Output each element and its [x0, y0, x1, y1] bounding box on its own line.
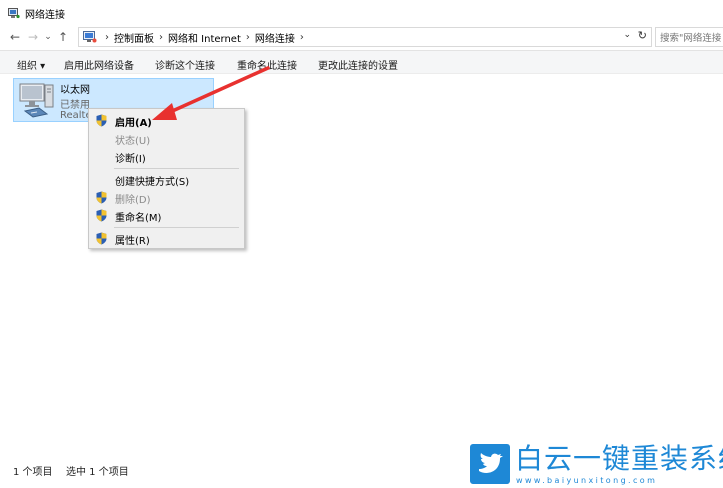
breadcrumb-separator: ›	[299, 31, 304, 43]
change-settings-button[interactable]: 更改此连接的设置	[318, 57, 398, 72]
breadcrumb-control-panel[interactable]: 控制面板	[114, 30, 154, 45]
up-button[interactable]: ↑	[54, 27, 72, 47]
back-button[interactable]: ←	[6, 27, 24, 47]
uac-shield-icon	[96, 209, 107, 222]
selected-count: 选中 1 个项目	[66, 467, 129, 478]
connection-adapter: Realte	[60, 110, 92, 121]
menu-item-label: 删除(D)	[115, 195, 151, 206]
recent-locations-button[interactable]: ⌄	[42, 27, 54, 47]
menu-item-label: 诊断(I)	[115, 154, 146, 165]
breadcrumb-separator: ›	[245, 31, 250, 43]
uac-shield-icon	[96, 232, 107, 245]
address-dropdown-icon[interactable]: ⌄	[623, 30, 631, 40]
menu-item-diagnose[interactable]: 诊断(I)	[89, 148, 244, 165]
title-bar: 网络连接	[0, 0, 723, 26]
command-bar: 组织 ▾ 启用此网络设备 诊断这个连接 重命名此连接 更改此连接的设置	[0, 50, 723, 74]
enable-device-button[interactable]: 启用此网络设备	[64, 57, 134, 72]
ethernet-adapter-icon	[19, 83, 54, 118]
menu-item-label: 重命名(M)	[115, 213, 162, 224]
menu-separator	[114, 227, 239, 228]
address-bar[interactable]: › 控制面板 › 网络和 Internet › 网络连接 › ⌄ ↻	[78, 27, 652, 47]
menu-item-label: 状态(U)	[115, 136, 151, 147]
navigation-row: ← → ⌄ ↑ › 控制面板 › 网络和 Internet › 网络连接 › ⌄…	[0, 26, 723, 48]
breadcrumb-separator: ›	[105, 31, 109, 43]
menu-item-label: 属性(R)	[115, 236, 150, 247]
breadcrumb-network-internet[interactable]: 网络和 Internet	[168, 30, 241, 45]
diagnose-button[interactable]: 诊断这个连接	[155, 57, 215, 72]
rename-button[interactable]: 重命名此连接	[237, 57, 297, 72]
breadcrumb-separator: ›	[159, 31, 163, 43]
menu-item-properties[interactable]: 属性(R)	[89, 230, 244, 247]
connection-name: 以太网	[60, 85, 90, 96]
refresh-icon[interactable]: ↻	[638, 29, 647, 42]
back-arrow-icon: ←	[9, 30, 21, 44]
item-count: 1 个项目	[13, 467, 53, 478]
menu-item-enable[interactable]: 启用(A)	[89, 112, 244, 129]
control-panel-icon	[83, 31, 97, 43]
menu-item-label: 创建快捷方式(S)	[115, 177, 190, 188]
menu-item-create-shortcut[interactable]: 创建快捷方式(S)	[89, 171, 244, 188]
breadcrumb-network-connections[interactable]: 网络连接	[255, 30, 295, 45]
forward-button[interactable]: →	[24, 27, 42, 47]
search-input[interactable]: 搜索"网络连接	[655, 27, 723, 47]
organize-button[interactable]: 组织 ▾	[17, 57, 45, 72]
up-arrow-icon: ↑	[57, 30, 69, 44]
uac-shield-icon	[96, 114, 107, 127]
window-title: 网络连接	[25, 9, 65, 21]
menu-separator	[114, 168, 239, 169]
uac-shield-icon	[96, 191, 107, 204]
watermark-url: www.baiyunxitong.com	[516, 476, 658, 485]
menu-item-label: 启用(A)	[115, 118, 152, 129]
watermark-brand: 白云一键重装系统	[515, 442, 723, 475]
twitter-bird-logo-icon	[470, 444, 510, 484]
menu-item-delete[interactable]: 删除(D)	[89, 189, 244, 206]
forward-arrow-icon: →	[27, 30, 39, 44]
chevron-down-icon: ⌄	[44, 32, 52, 42]
context-menu: 启用(A) 状态(U) 诊断(I) 创建快捷方式(S) 删除(D) 重命名(M)	[88, 108, 245, 249]
menu-item-status[interactable]: 状态(U)	[89, 130, 244, 147]
network-connections-icon	[8, 7, 20, 18]
menu-item-rename[interactable]: 重命名(M)	[89, 207, 244, 224]
connection-status: 已禁用	[60, 100, 90, 111]
